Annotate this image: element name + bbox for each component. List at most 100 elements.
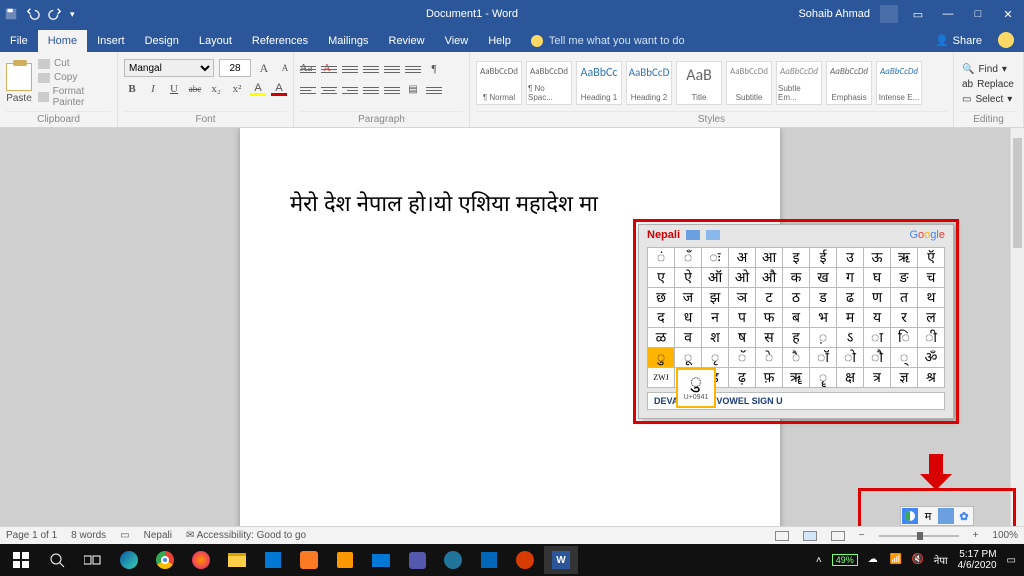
- ime-char[interactable]: ज्ञ: [891, 368, 918, 388]
- ime-char[interactable]: ऊ: [864, 248, 891, 268]
- word-taskbar-icon[interactable]: W: [544, 546, 578, 574]
- decrease-indent-button[interactable]: [363, 62, 379, 76]
- ime-keyboard-icon[interactable]: [938, 508, 954, 524]
- status-words[interactable]: 8 words: [71, 530, 106, 541]
- ime-char[interactable]: झ: [702, 288, 729, 308]
- edge-icon[interactable]: [112, 546, 146, 574]
- style-emphasis[interactable]: AaBbCcDdEmphasis: [826, 61, 872, 105]
- tab-review[interactable]: Review: [379, 30, 435, 52]
- shrink-font-button[interactable]: A: [277, 60, 293, 76]
- zoom-in-button[interactable]: +: [973, 530, 979, 541]
- ime-char[interactable]: ः: [702, 248, 729, 268]
- ime-char[interactable]: ठ: [783, 288, 810, 308]
- ime-char[interactable]: व: [675, 328, 702, 348]
- ime-char[interactable]: ई: [810, 248, 837, 268]
- ime-char[interactable]: औ: [756, 268, 783, 288]
- tab-layout[interactable]: Layout: [189, 30, 242, 52]
- xampp-icon[interactable]: [292, 546, 326, 574]
- strike-button[interactable]: abc: [187, 81, 203, 97]
- superscript-button[interactable]: x²: [229, 81, 245, 97]
- ime-char[interactable]: र: [891, 308, 918, 328]
- ime-char[interactable]: ृ: [702, 348, 729, 368]
- ime-char[interactable]: ध: [675, 308, 702, 328]
- ime-char[interactable]: घ: [864, 268, 891, 288]
- ime-char[interactable]: फ़: [756, 368, 783, 388]
- language-indicator[interactable]: नेपा: [934, 553, 948, 567]
- close-icon[interactable]: ✕: [998, 8, 1018, 21]
- font-name-select[interactable]: Mangal: [124, 59, 214, 77]
- ime-char[interactable]: ढ: [837, 288, 864, 308]
- ime-char[interactable]: थ: [918, 288, 945, 308]
- ime-char[interactable]: उ: [837, 248, 864, 268]
- ime-char[interactable]: ष: [729, 328, 756, 348]
- ime-char[interactable]: े: [756, 348, 783, 368]
- style-subtitle[interactable]: AaBbCcDdSubtitle: [726, 61, 772, 105]
- style--no-spac-[interactable]: AaBbCcDd¶ No Spac...: [526, 61, 572, 105]
- ime-character-grid[interactable]: ंँःअआइईउऊऋऍएऐऑओऔकखगघङचछजझञटठडढणतथदधनपफबभ…: [647, 247, 945, 388]
- ime-char[interactable]: ्: [891, 348, 918, 368]
- tab-insert[interactable]: Insert: [87, 30, 135, 52]
- ime-char[interactable]: ग: [837, 268, 864, 288]
- ime-char[interactable]: अ: [729, 248, 756, 268]
- paste-icon[interactable]: [6, 63, 32, 91]
- ime-char[interactable]: ॄ: [810, 368, 837, 388]
- align-center-button[interactable]: [321, 83, 337, 97]
- tab-home[interactable]: Home: [38, 30, 87, 52]
- ime-char[interactable]: म: [837, 308, 864, 328]
- numbering-button[interactable]: [321, 62, 337, 76]
- ime-char[interactable]: ौ: [864, 348, 891, 368]
- ime-char[interactable]: ऐ: [675, 268, 702, 288]
- ime-char[interactable]: ऑ: [702, 268, 729, 288]
- ime-settings-icon[interactable]: ✿: [956, 508, 972, 524]
- ime-char[interactable]: ़: [810, 328, 837, 348]
- ime-char[interactable]: ॉ: [810, 348, 837, 368]
- tray-expand-icon[interactable]: ˄: [816, 555, 822, 566]
- ime-char[interactable]: ै: [783, 348, 810, 368]
- ime-char[interactable]: क्ष: [837, 368, 864, 388]
- vertical-scrollbar[interactable]: [1010, 128, 1024, 526]
- ime-google-icon[interactable]: [902, 508, 918, 524]
- user-name[interactable]: Sohaib Ahmad: [798, 8, 870, 20]
- store-icon[interactable]: [256, 546, 290, 574]
- search-icon[interactable]: [40, 546, 74, 574]
- scroll-thumb[interactable]: [1013, 138, 1022, 248]
- ime-char[interactable]: ऋ: [891, 248, 918, 268]
- teams-icon[interactable]: [400, 546, 434, 574]
- ime-char[interactable]: भ: [810, 308, 837, 328]
- ime-char[interactable]: ऍ: [918, 248, 945, 268]
- ime-char[interactable]: ञ: [729, 288, 756, 308]
- ime-char[interactable]: आ: [756, 248, 783, 268]
- ime-char[interactable]: इ: [783, 248, 810, 268]
- style-subtle-em-[interactable]: AaBbCcDdSubtle Em...: [776, 61, 822, 105]
- ime-char[interactable]: ट: [756, 288, 783, 308]
- select-button[interactable]: ▭Select ▾: [962, 94, 1014, 105]
- ime-char[interactable]: ज: [675, 288, 702, 308]
- redo-icon[interactable]: [48, 7, 62, 21]
- ime-char[interactable]: श्र: [918, 368, 945, 388]
- ime-char[interactable]: ह: [783, 328, 810, 348]
- status-spellcheck-icon[interactable]: ▭: [120, 530, 129, 541]
- task-view-icon[interactable]: [76, 546, 110, 574]
- start-button[interactable]: [4, 546, 38, 574]
- ime-char[interactable]: ी: [918, 328, 945, 348]
- ime-char[interactable]: ब: [783, 308, 810, 328]
- snagit-icon[interactable]: [508, 546, 542, 574]
- read-mode-icon[interactable]: [775, 531, 789, 541]
- ime-char[interactable]: ए: [648, 268, 675, 288]
- cut-button[interactable]: Cut: [38, 58, 111, 69]
- replace-button[interactable]: abReplace: [962, 79, 1014, 90]
- minimize-icon[interactable]: —: [938, 8, 958, 20]
- ime-char[interactable]: य: [864, 308, 891, 328]
- increase-indent-button[interactable]: [384, 62, 400, 76]
- ime-char[interactable]: ा: [864, 328, 891, 348]
- bullets-button[interactable]: [300, 62, 316, 76]
- tab-design[interactable]: Design: [135, 30, 189, 52]
- ime-char[interactable]: ू: [675, 348, 702, 368]
- tab-help[interactable]: Help: [478, 30, 521, 52]
- ime-language-label[interactable]: Nepali: [647, 229, 720, 241]
- keyboard-icon[interactable]: [686, 230, 700, 240]
- ime-char[interactable]: क: [783, 268, 810, 288]
- chrome-icon[interactable]: [148, 546, 182, 574]
- tab-file[interactable]: File: [0, 30, 38, 52]
- ime-char[interactable]: ख: [810, 268, 837, 288]
